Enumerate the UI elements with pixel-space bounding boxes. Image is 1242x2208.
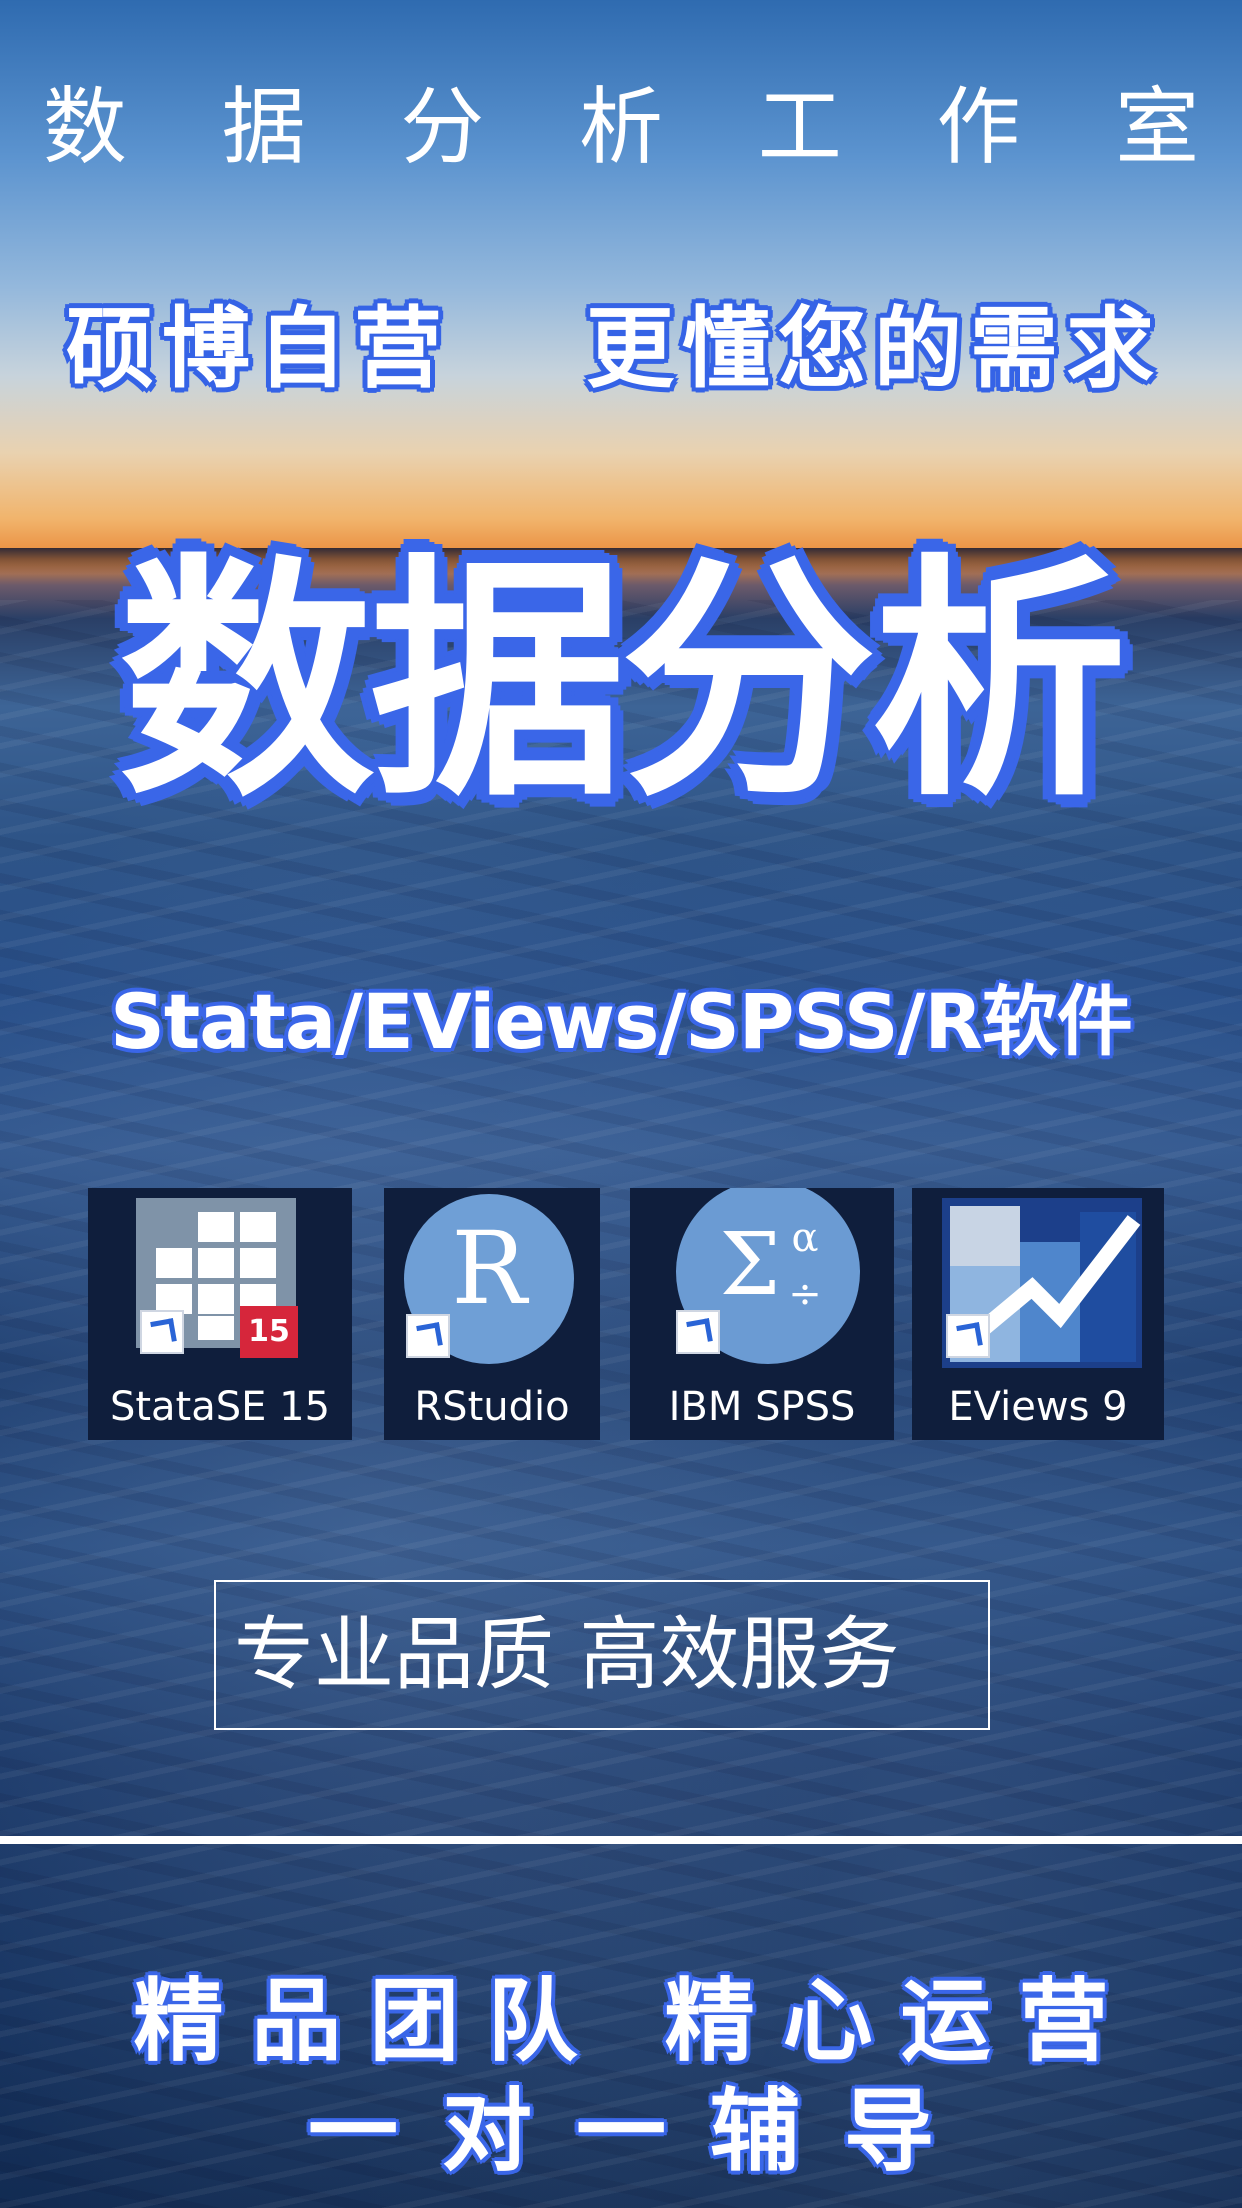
shortcut-arrow-icon [140,1310,184,1354]
slogan-left: 硕博自营 [66,297,451,400]
software-icon-row: 15 StataSE 15 R RStudio Σ α ÷ IBM SPSS E… [0,1188,1242,1440]
footer-line-2: 一对一辅导 [308,2079,978,2184]
main-title: 数据分析 [118,534,1127,831]
software-list: Stata/EViews/SPSS/R软件 [110,977,1133,1066]
r-glyph: R [451,1210,527,1327]
rstudio-shortcut[interactable]: R RStudio [384,1188,600,1440]
poster-background: 数 据 分 析 工 作 室 硕博自营 更懂您的需求 数据分析 Stata/EVi… [0,0,1242,2208]
divide-glyph: ÷ [788,1271,822,1317]
icon-label: EViews 9 [948,1384,1128,1430]
shortcut-arrow-icon [406,1314,450,1358]
stata-shortcut[interactable]: 15 StataSE 15 [88,1188,352,1440]
spss-shortcut[interactable]: Σ α ÷ IBM SPSS [630,1188,894,1440]
alpha-glyph: α [791,1215,819,1261]
icon-label: StataSE 15 [109,1384,331,1430]
eviews-shortcut[interactable]: EViews 9 [912,1188,1164,1440]
studio-title: 数 据 分 析 工 作 室 [42,78,1234,176]
shortcut-arrow-icon [946,1314,990,1358]
tagline: 专业品质 高效服务 [234,1608,900,1701]
icon-label: RStudio [414,1384,570,1430]
shortcut-arrow-icon [676,1310,720,1354]
slogan-right: 更懂您的需求 [586,297,1163,400]
divider [0,1836,1242,1844]
icon-label: IBM SPSS [668,1384,856,1430]
version-badge: 15 [240,1306,298,1358]
